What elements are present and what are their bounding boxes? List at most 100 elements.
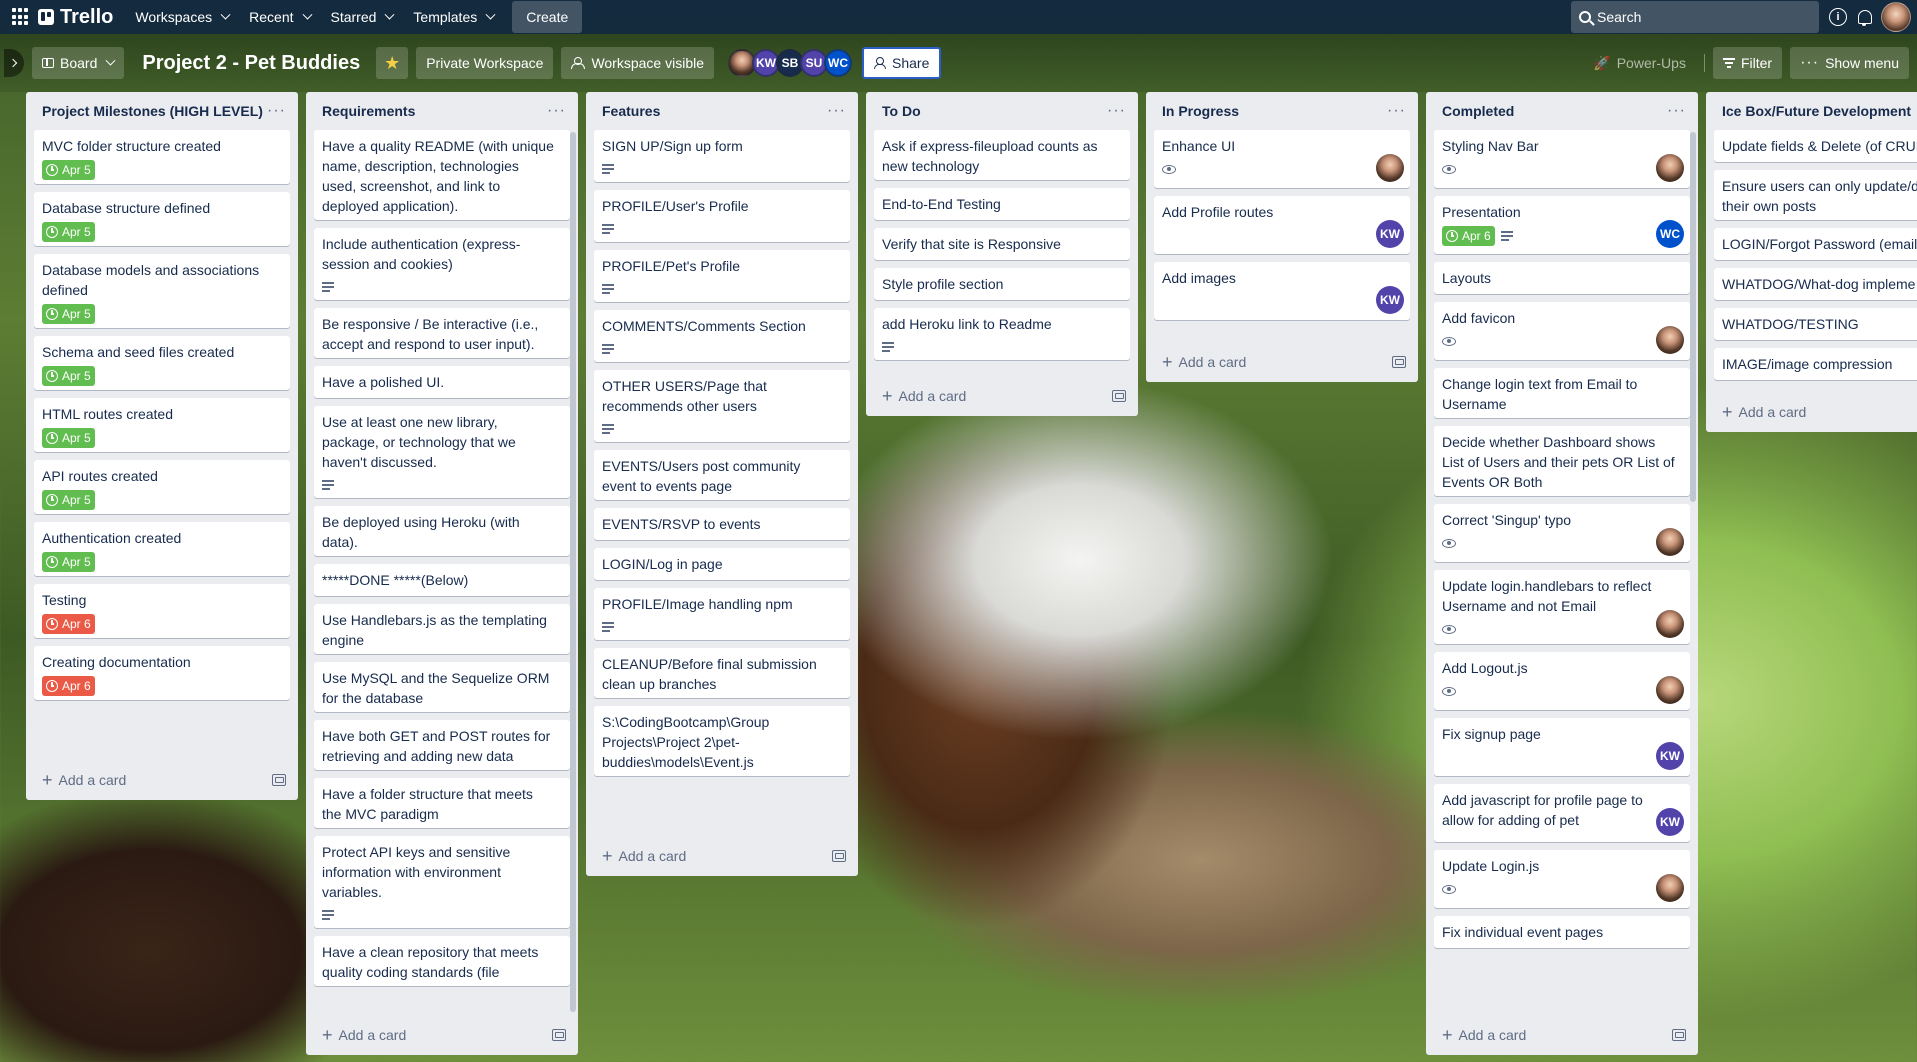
create-from-template-icon[interactable] [832, 850, 846, 862]
card[interactable]: Presentation Apr 6 WC [1434, 196, 1690, 254]
bell-icon[interactable] [1857, 9, 1872, 26]
add-card-button[interactable]: + Add a card [602, 847, 686, 865]
card[interactable]: Ask if express-fileupload counts as new … [874, 130, 1130, 180]
list-actions-button[interactable]: ··· [263, 102, 290, 120]
due-date-badge[interactable]: Apr 5 [42, 160, 95, 180]
card[interactable]: End-to-End Testing [874, 188, 1130, 220]
card[interactable]: Database models and associations defined… [34, 254, 290, 328]
card[interactable]: S:\CodingBootcamp\Group Projects\Project… [594, 706, 850, 776]
card[interactable]: Use MySQL and the Sequelize ORM for the … [314, 662, 570, 712]
list-scrollbar[interactable] [1690, 132, 1696, 502]
card[interactable]: Use Handlebars.js as the templating engi… [314, 604, 570, 654]
info-icon[interactable]: i [1829, 8, 1847, 26]
add-card-button[interactable]: + Add a card [42, 771, 126, 789]
board-title[interactable]: Project 2 - Pet Buddies [132, 52, 370, 75]
card-member-avatar[interactable] [1656, 610, 1684, 638]
card[interactable]: Correct 'Singup' typo [1434, 504, 1690, 562]
card-member-avatar[interactable]: KW [1656, 742, 1684, 770]
list-title[interactable]: Features [602, 103, 660, 119]
templates-menu[interactable]: Templates [403, 1, 504, 33]
member-avatar-wc[interactable]: WC [824, 49, 852, 77]
card[interactable]: Update login.handlebars to reflect Usern… [1434, 570, 1690, 644]
card[interactable]: Authentication created Apr 5 [34, 522, 290, 576]
starred-menu[interactable]: Starred [321, 1, 404, 33]
card[interactable]: Update Login.js [1434, 850, 1690, 908]
list-actions-button[interactable]: ··· [1383, 102, 1410, 120]
card-member-avatar[interactable] [1656, 326, 1684, 354]
card-member-avatar[interactable]: KW [1656, 808, 1684, 836]
list-title[interactable]: Completed [1442, 103, 1514, 119]
due-date-badge[interactable]: Apr 5 [42, 552, 95, 572]
visibility-button[interactable]: Workspace visible [561, 47, 714, 79]
star-icon[interactable]: ★ [376, 47, 409, 79]
create-from-template-icon[interactable] [272, 774, 286, 786]
card[interactable]: WHATDOG/What-dog impleme [1714, 268, 1917, 300]
card[interactable]: Be responsive / Be interactive (i.e., ac… [314, 308, 570, 358]
list-actions-button[interactable]: ··· [543, 102, 570, 120]
card[interactable]: IMAGE/image compression [1714, 348, 1917, 380]
card[interactable]: API routes created Apr 5 [34, 460, 290, 514]
card[interactable]: Verify that site is Responsive [874, 228, 1130, 260]
add-card-button[interactable]: + Add a card [1162, 353, 1246, 371]
card[interactable]: Schema and seed files created Apr 5 [34, 336, 290, 390]
card[interactable]: Add Profile routes KW [1154, 196, 1410, 254]
filter-button[interactable]: Filter [1712, 47, 1783, 79]
card[interactable]: Fix signup page KW [1434, 718, 1690, 776]
show-menu-button[interactable]: ··· Show menu [1790, 47, 1909, 79]
card[interactable]: Be deployed using Heroku (with data). [314, 506, 570, 556]
card[interactable]: Style profile section [874, 268, 1130, 300]
create-from-template-icon[interactable] [552, 1029, 566, 1041]
card[interactable]: HTML routes created Apr 5 [34, 398, 290, 452]
card[interactable]: Enhance UI [1154, 130, 1410, 188]
list-title[interactable]: To Do [882, 103, 921, 119]
due-date-badge[interactable]: Apr 5 [42, 304, 95, 324]
card[interactable]: PROFILE/User's Profile [594, 190, 850, 242]
card[interactable]: *****DONE *****(Below) [314, 564, 570, 596]
due-date-badge[interactable]: Apr 5 [42, 222, 95, 242]
recent-menu[interactable]: Recent [239, 1, 320, 33]
card[interactable]: Add Logout.js [1434, 652, 1690, 710]
card[interactable]: EVENTS/RSVP to events [594, 508, 850, 540]
card-member-avatar[interactable]: WC [1656, 220, 1684, 248]
add-card-button[interactable]: + Add a card [322, 1026, 406, 1044]
search-input[interactable]: Search [1571, 1, 1819, 33]
card[interactable]: Add images KW [1154, 262, 1410, 320]
card[interactable]: Styling Nav Bar [1434, 130, 1690, 188]
card[interactable]: Layouts [1434, 262, 1690, 294]
card[interactable]: Creating documentation Apr 6 [34, 646, 290, 700]
list-title[interactable]: In Progress [1162, 103, 1239, 119]
card[interactable]: PROFILE/Image handling npm [594, 588, 850, 640]
add-card-button[interactable]: + Add a card [1442, 1026, 1526, 1044]
list-scrollbar[interactable] [570, 132, 576, 1012]
due-date-badge[interactable]: Apr 5 [42, 428, 95, 448]
card[interactable]: MVC folder structure created Apr 5 [34, 130, 290, 184]
workspace-button[interactable]: Private Workspace [416, 47, 554, 79]
card[interactable]: LOGIN/Log in page [594, 548, 850, 580]
card-member-avatar[interactable]: KW [1376, 220, 1404, 248]
card[interactable]: PROFILE/Pet's Profile [594, 250, 850, 302]
card[interactable]: Have a folder structure that meets the M… [314, 778, 570, 828]
card[interactable]: WHATDOG/TESTING [1714, 308, 1917, 340]
card[interactable]: Ensure users can only update/de their ow… [1714, 170, 1917, 220]
power-ups-button[interactable]: 🚀 Power-Ups [1583, 47, 1696, 79]
card[interactable]: Protect API keys and sensitive informati… [314, 836, 570, 928]
card[interactable]: Database structure defined Apr 5 [34, 192, 290, 246]
card[interactable]: COMMENTS/Comments Section [594, 310, 850, 362]
due-date-badge[interactable]: Apr 6 [1442, 226, 1495, 246]
account-avatar[interactable] [1881, 2, 1911, 32]
card[interactable]: Update fields & Delete (of CRUD [1714, 130, 1917, 162]
card[interactable]: add Heroku link to Readme [874, 308, 1130, 360]
board-view-switcher[interactable]: Board [32, 47, 125, 79]
card[interactable]: SIGN UP/Sign up form [594, 130, 850, 182]
card[interactable]: Add favicon [1434, 302, 1690, 360]
card-member-avatar[interactable] [1656, 154, 1684, 182]
card[interactable]: Have a quality README (with unique name,… [314, 130, 570, 220]
card-member-avatar[interactable] [1376, 154, 1404, 182]
due-date-badge[interactable]: Apr 6 [42, 676, 95, 696]
card[interactable]: OTHER USERS/Page that recommends other u… [594, 370, 850, 442]
card[interactable]: Include authentication (express-session … [314, 228, 570, 300]
card[interactable]: Fix individual event pages [1434, 916, 1690, 948]
workspaces-menu[interactable]: Workspaces [125, 1, 239, 33]
card[interactable]: Add javascript for profile page to allow… [1434, 784, 1690, 842]
add-card-button[interactable]: + Add a card [882, 387, 966, 405]
